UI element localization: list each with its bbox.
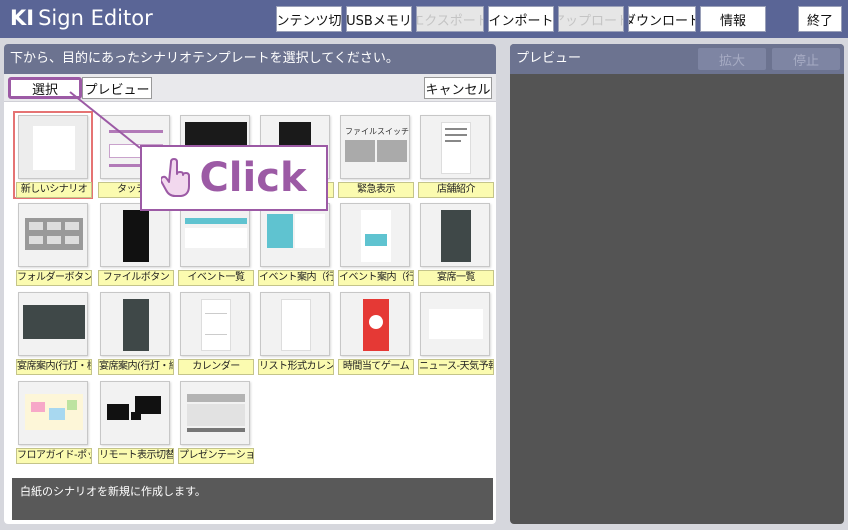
preview-button[interactable]: プレビュー xyxy=(82,77,152,99)
select-button[interactable]: 選択 xyxy=(8,77,82,99)
preview-panel-title: プレビュー xyxy=(516,51,582,66)
app-logo: KI Sign Editor xyxy=(10,6,153,30)
export-button[interactable]: エクスポート xyxy=(416,6,484,32)
pointing-hand-icon xyxy=(161,158,191,197)
click-callout: Click xyxy=(140,145,328,211)
logo-text: Sign Editor xyxy=(38,6,153,30)
info-button[interactable]: 情報 xyxy=(700,6,766,32)
template-thumbnail xyxy=(18,292,88,356)
template-description: 白紙のシナリオを新規に作成します。 xyxy=(12,478,493,520)
template-thumbnail xyxy=(420,203,490,267)
template-thumbnail xyxy=(100,203,170,267)
template-label: フロアガイド-ポップアップ xyxy=(16,448,92,464)
template-label: リモート表示切替 xyxy=(98,448,174,464)
import-button[interactable]: インポート xyxy=(488,6,554,32)
template-thumbnail xyxy=(180,203,250,267)
template-label: イベント案内（行灯・縦） xyxy=(338,270,414,286)
zoom-button[interactable]: 拡大 xyxy=(698,48,766,70)
template-label: 宴席案内(行灯・横) xyxy=(16,359,92,375)
template-thumbnail xyxy=(18,115,88,179)
template-thumbnail: ファイルスイッチ xyxy=(340,115,410,179)
template-label: フォルダーボタン xyxy=(16,270,92,286)
template-thumbnail xyxy=(100,292,170,356)
top-bar: KISign Editor コンテンツ切替 USBメモリ エクスポート インポー… xyxy=(0,0,848,38)
template-label: ニュース-天気予報 xyxy=(418,359,494,375)
click-label: Click xyxy=(199,155,307,201)
template-thumbnail xyxy=(100,381,170,445)
template-thumbnail xyxy=(180,381,250,445)
cancel-button[interactable]: キャンセル xyxy=(424,77,492,99)
usb-memory-button[interactable]: USBメモリ xyxy=(346,6,412,32)
stop-button[interactable]: 停止 xyxy=(772,48,840,70)
template-label: カレンダー xyxy=(178,359,254,375)
preview-panel: プレビュー 拡大 停止 xyxy=(510,44,844,524)
exit-button[interactable]: 終了 xyxy=(798,6,842,32)
template-label: 緊急表示 xyxy=(338,182,414,198)
template-label: ファイルボタン xyxy=(98,270,174,286)
download-button[interactable]: ダウンロード xyxy=(628,6,696,32)
template-thumbnail xyxy=(18,203,88,267)
content-switch-button[interactable]: コンテンツ切替 xyxy=(276,6,342,32)
template-label: リスト形式カレンダー xyxy=(258,359,334,375)
thumb-caption: ファイルスイッチ xyxy=(345,127,409,136)
template-thumbnail xyxy=(180,292,250,356)
template-label: プレゼンテーション xyxy=(178,448,254,464)
template-thumbnail xyxy=(340,203,410,267)
template-thumbnail xyxy=(260,203,330,267)
template-thumbnail xyxy=(420,292,490,356)
template-thumbnail xyxy=(260,292,330,356)
upload-button[interactable]: アップロード xyxy=(558,6,624,32)
template-label: 時間当てゲーム xyxy=(338,359,414,375)
template-thumbnail xyxy=(340,292,410,356)
template-panel: 下から、目的にあったシナリオテンプレートを選択してください。 選択 プレビュー … xyxy=(4,44,496,524)
logo-ki: KI xyxy=(10,6,35,30)
template-thumbnail xyxy=(420,115,490,179)
template-label: 宴席案内(行灯・縦) xyxy=(98,359,174,375)
template-label: イベント案内（行灯・横） xyxy=(258,270,334,286)
template-label: 店舗紹介 xyxy=(418,182,494,198)
template-thumbnail xyxy=(18,381,88,445)
template-label: イベント一覧 xyxy=(178,270,254,286)
template-action-bar: 選択 プレビュー キャンセル xyxy=(4,74,496,102)
template-label: 新しいシナリオ xyxy=(16,182,92,198)
template-panel-header: 下から、目的にあったシナリオテンプレートを選択してください。 xyxy=(4,44,496,74)
template-label: 宴席一覧 xyxy=(418,270,494,286)
